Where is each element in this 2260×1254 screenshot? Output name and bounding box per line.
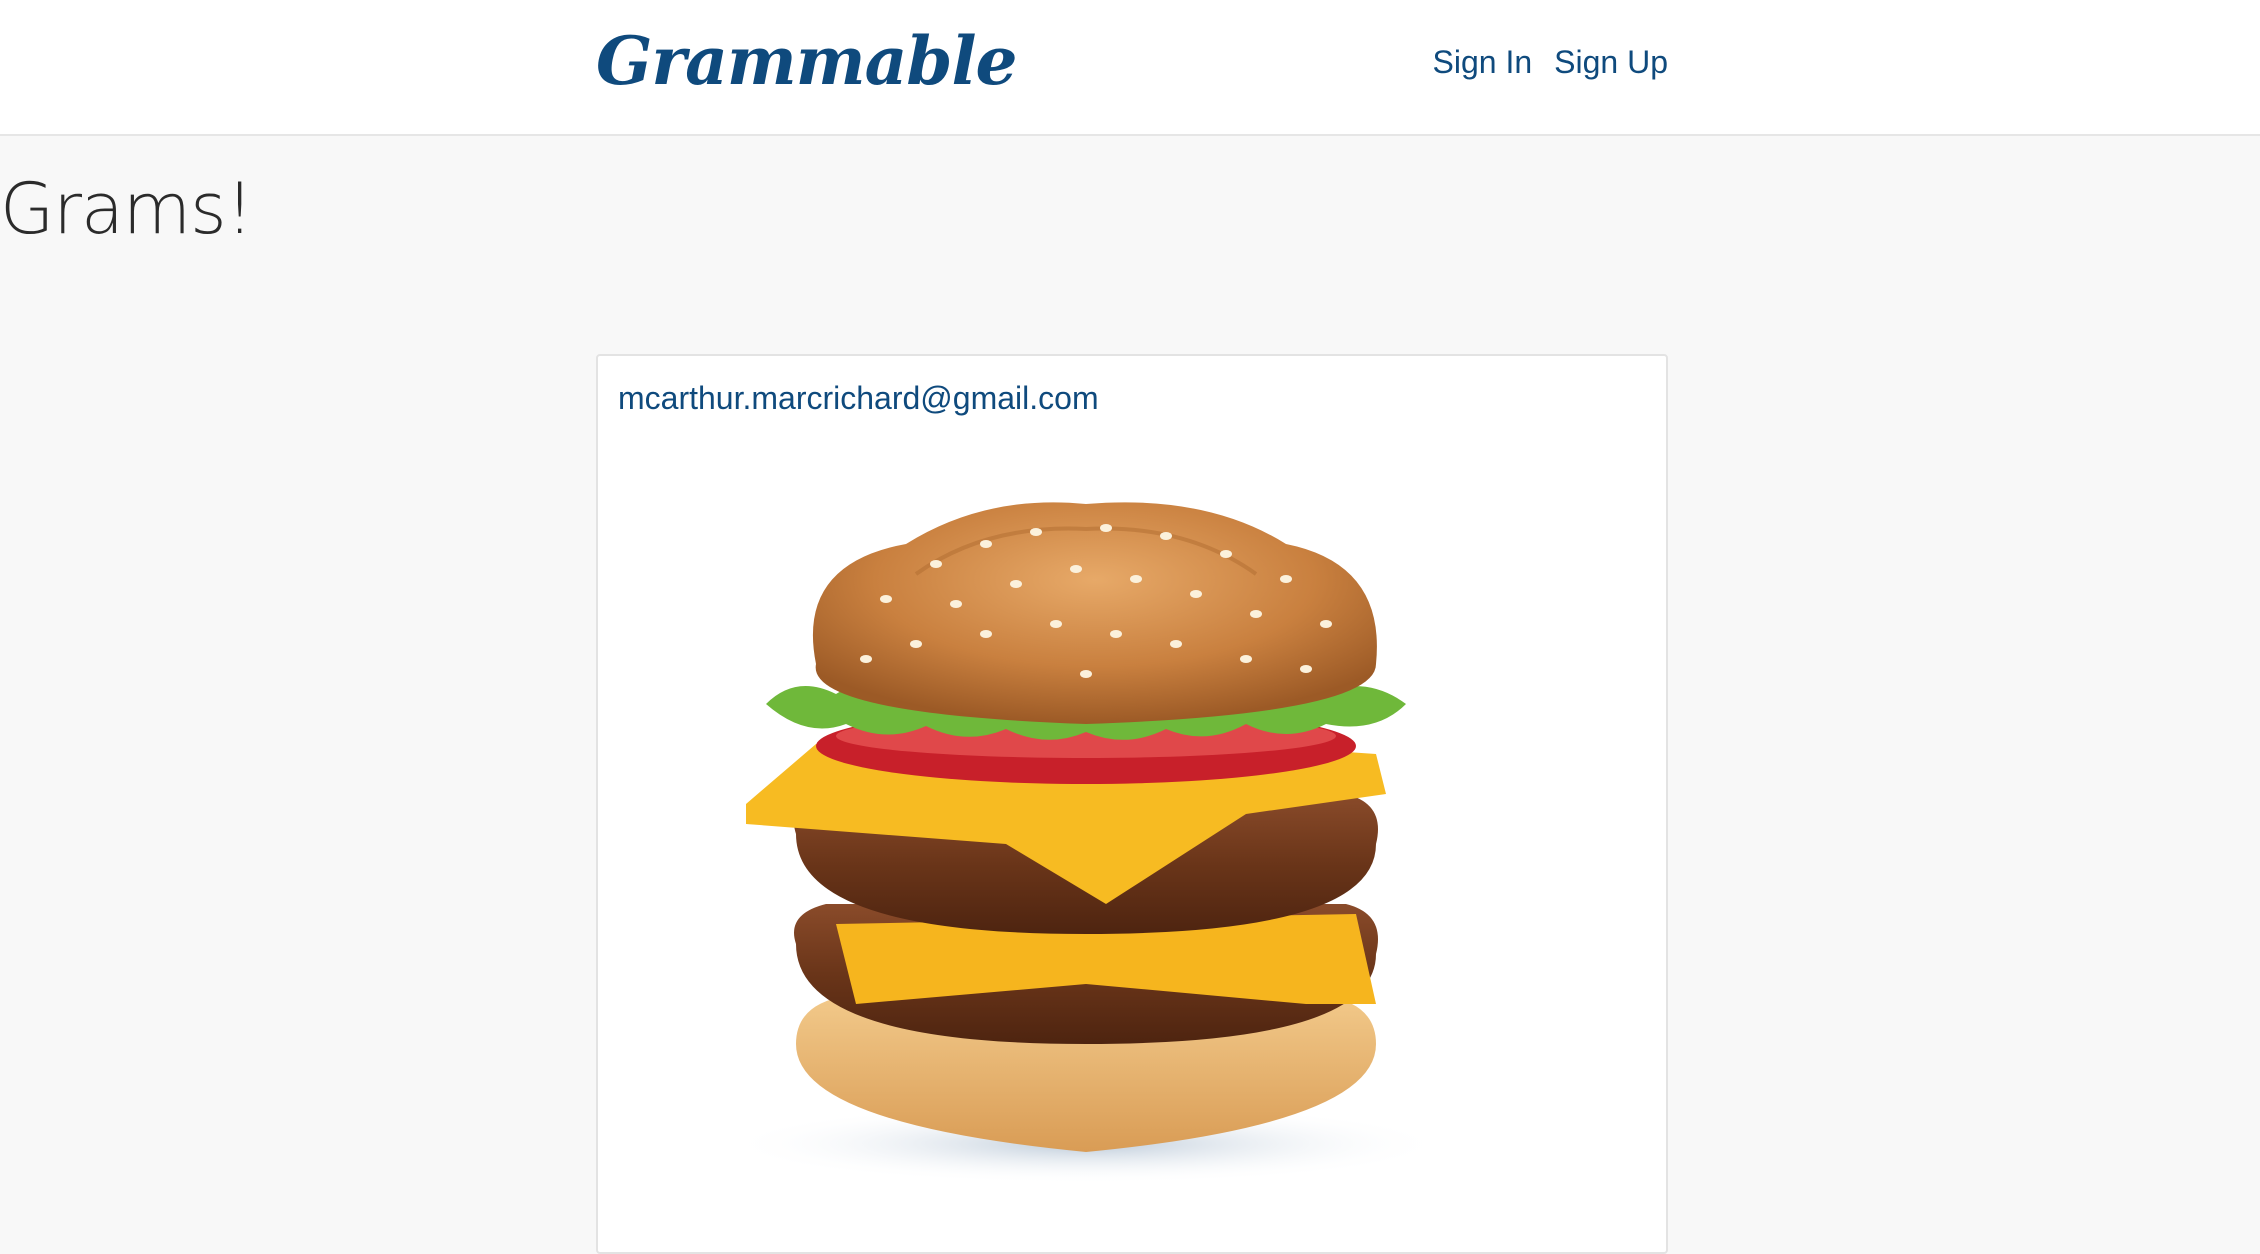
gram-author-email[interactable]: mcarthur.marcrichard@gmail.com: [618, 380, 1099, 417]
brand-logo[interactable]: Grammable: [596, 22, 1018, 100]
page-title: Grams!: [0, 168, 254, 250]
nav-links: Sign In Sign Up: [1433, 44, 1668, 81]
burger-photo: [726, 502, 1446, 1184]
navbar: Grammable Sign In Sign Up: [0, 0, 2260, 136]
sign-in-link[interactable]: Sign In: [1433, 44, 1533, 81]
sign-up-link[interactable]: Sign Up: [1554, 44, 1668, 81]
gram-card: mcarthur.marcrichard@gmail.com: [596, 354, 1668, 1254]
